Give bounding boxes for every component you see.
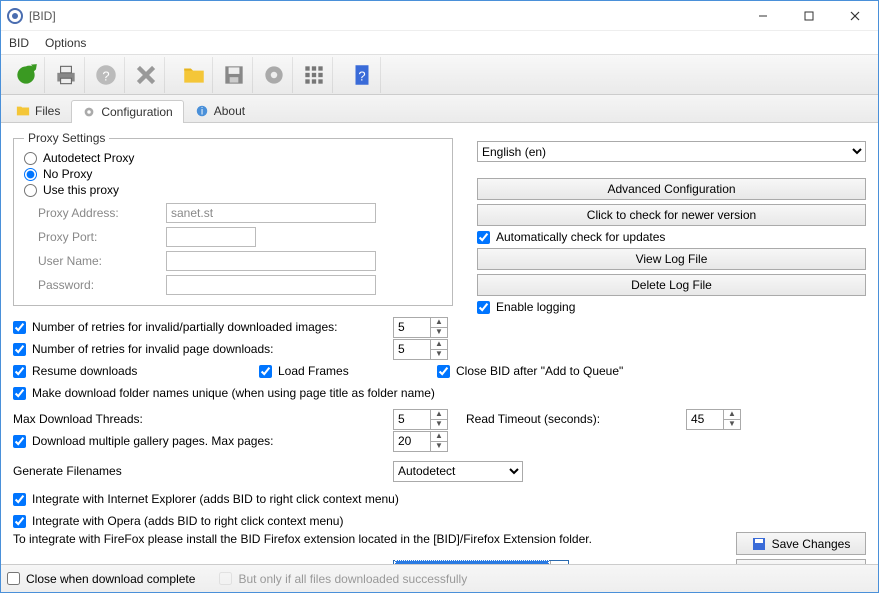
tabbar: Files Configuration i About <box>1 95 878 123</box>
proxy-password-input[interactable] <box>166 275 376 295</box>
titlebar: [BID] <box>1 1 878 31</box>
tab-files[interactable]: Files <box>5 99 71 122</box>
menu-options[interactable]: Options <box>45 36 86 50</box>
read-timeout-spinner[interactable]: ▲▼ <box>686 409 741 430</box>
max-threads-spinner[interactable]: ▲▼ <box>393 409 448 430</box>
multi-gallery-checkbox[interactable]: Download multiple gallery pages. Max pag… <box>13 434 393 448</box>
proxy-legend: Proxy Settings <box>24 131 109 145</box>
retries-pages-checkbox[interactable]: Number of retries for invalid page downl… <box>13 342 393 356</box>
tab-about-label: About <box>214 104 245 118</box>
tab-files-label: Files <box>35 104 60 118</box>
maximize-button[interactable] <box>786 1 832 31</box>
check-version-button[interactable]: Click to check for newer version <box>477 204 866 226</box>
proxy-password-label: Password: <box>38 278 158 292</box>
info-button[interactable]: ? <box>343 57 381 93</box>
tab-configuration[interactable]: Configuration <box>71 100 183 123</box>
unique-folders-checkbox[interactable]: Make download folder names unique (when … <box>13 386 435 400</box>
gear-icon <box>82 105 96 119</box>
folder-button[interactable] <box>175 57 213 93</box>
statusbar: Close when download complete But only if… <box>1 564 878 592</box>
info-icon: i <box>195 104 209 118</box>
close-after-queue-checkbox[interactable]: Close BID after "Add to Queue" <box>437 364 623 378</box>
language-select[interactable]: English (en) <box>477 141 866 162</box>
close-button[interactable] <box>832 1 878 31</box>
delete-log-button[interactable]: Delete Log File <box>477 274 866 296</box>
radio-no-proxy[interactable]: No Proxy <box>24 167 442 181</box>
close-when-complete-checkbox[interactable]: Close when download complete <box>7 572 195 586</box>
generate-filenames-select[interactable]: Autodetect <box>393 461 523 482</box>
save-changes-button[interactable]: Save Changes <box>736 532 866 555</box>
minimize-button[interactable] <box>740 1 786 31</box>
proxy-user-label: User Name: <box>38 254 158 268</box>
menu-bid[interactable]: BID <box>9 36 29 50</box>
proxy-address-label: Proxy Address: <box>38 206 158 220</box>
proxy-user-input[interactable] <box>166 251 376 271</box>
max-threads-label: Max Download Threads: <box>13 412 393 426</box>
integrate-ie-checkbox[interactable]: Integrate with Internet Explorer (adds B… <box>13 492 399 506</box>
firefox-note: To integrate with FireFox please install… <box>13 532 716 546</box>
proxy-settings-group: Proxy Settings Autodetect Proxy No Proxy… <box>13 131 453 306</box>
multi-gallery-spinner[interactable]: ▲▼ <box>393 431 448 452</box>
content-panel: Proxy Settings Autodetect Proxy No Proxy… <box>1 123 878 564</box>
tab-about[interactable]: i About <box>184 99 256 122</box>
proxy-port-label: Proxy Port: <box>38 230 158 244</box>
load-frames-checkbox[interactable]: Load Frames <box>259 364 437 378</box>
resume-downloads-checkbox[interactable]: Resume downloads <box>13 364 259 378</box>
retries-pages-spinner[interactable]: ▲▼ <box>393 339 448 360</box>
toolbar: ? ? <box>1 55 878 95</box>
tab-configuration-label: Configuration <box>101 105 172 119</box>
retries-images-checkbox[interactable]: Number of retries for invalid/partially … <box>13 320 393 334</box>
only-if-all-checkbox[interactable]: But only if all files downloaded success… <box>219 572 467 586</box>
proxy-address-input[interactable] <box>166 203 376 223</box>
read-timeout-label: Read Timeout (seconds): <box>466 412 686 426</box>
menubar: BID Options <box>1 31 878 55</box>
retries-images-spinner[interactable]: ▲▼ <box>393 317 448 338</box>
proxy-port-input[interactable] <box>166 227 256 247</box>
app-icon <box>7 8 23 24</box>
save-icon <box>752 537 766 551</box>
integrate-opera-checkbox[interactable]: Integrate with Opera (adds BID to right … <box>13 514 343 528</box>
help-button[interactable]: ? <box>87 57 125 93</box>
folder-icon <box>16 104 30 118</box>
svg-text:?: ? <box>102 68 109 83</box>
radio-use-this-proxy[interactable]: Use this proxy <box>24 183 442 197</box>
generate-filenames-label: Generate Filenames <box>13 464 393 478</box>
svg-text:i: i <box>201 106 203 118</box>
view-log-button[interactable]: View Log File <box>477 248 866 270</box>
svg-text:?: ? <box>358 68 365 83</box>
radio-autodetect-proxy[interactable]: Autodetect Proxy <box>24 151 442 165</box>
refresh-button[interactable] <box>7 57 45 93</box>
window-title: [BID] <box>29 9 56 23</box>
gear-button[interactable] <box>255 57 293 93</box>
save-button-toolbar[interactable] <box>215 57 253 93</box>
delete-button[interactable] <box>127 57 165 93</box>
advanced-config-button[interactable]: Advanced Configuration <box>477 178 866 200</box>
enable-logging-checkbox[interactable]: Enable logging <box>477 300 866 314</box>
autocheck-updates-checkbox[interactable]: Automatically check for updates <box>477 230 866 244</box>
grid-button[interactable] <box>295 57 333 93</box>
printer-button[interactable] <box>47 57 85 93</box>
